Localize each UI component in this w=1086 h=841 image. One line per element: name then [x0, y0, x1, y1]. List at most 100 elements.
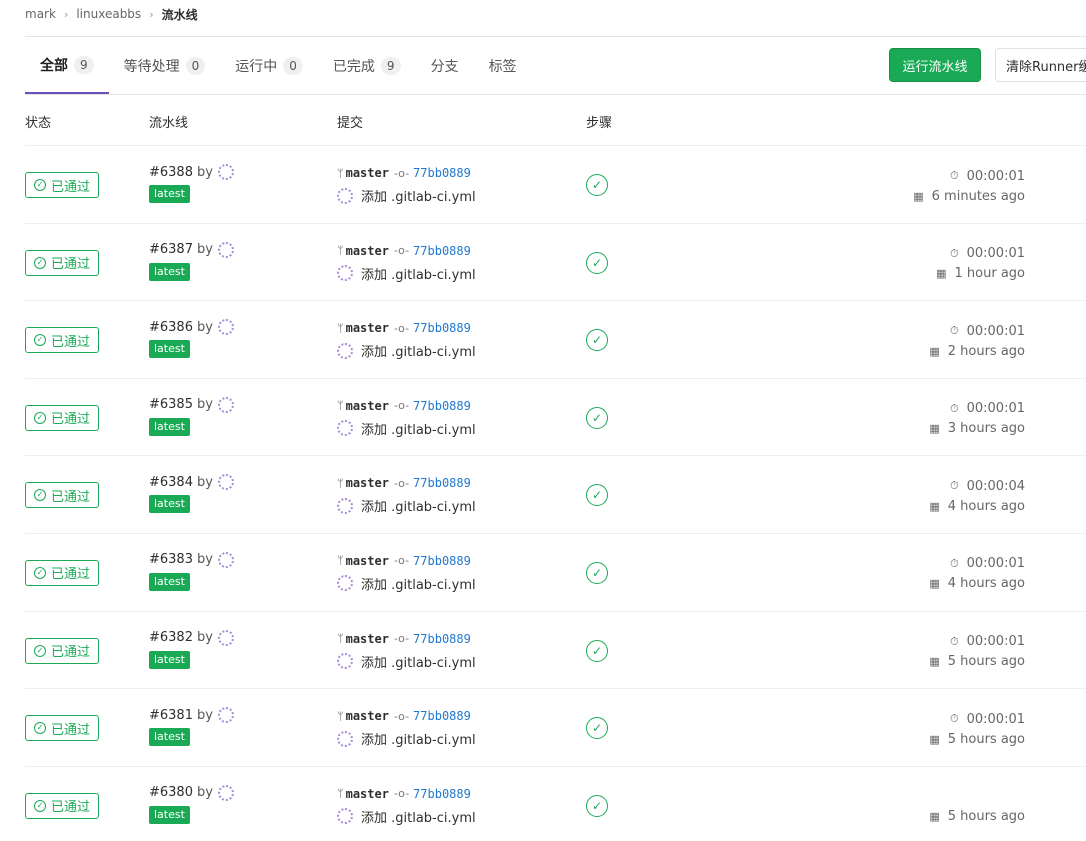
- pipeline-list: ✓ 已通过 #6388 by latest ᛘ master -o- 77bb0…: [25, 145, 1086, 841]
- avatar[interactable]: [337, 265, 353, 282]
- duration-value: 00:00:01: [966, 323, 1025, 339]
- avatar[interactable]: [217, 707, 234, 724]
- commit-sha-link[interactable]: 77bb0889: [413, 787, 471, 801]
- stage-status-icon[interactable]: ✓: [586, 794, 608, 817]
- pipeline-link[interactable]: #6380: [149, 785, 193, 800]
- commit-title-link[interactable]: 添加 .gitlab-ci.yml: [361, 574, 476, 593]
- tab-branches[interactable]: 分支: [416, 37, 474, 94]
- commit-sha-link[interactable]: 77bb0889: [413, 632, 471, 646]
- branch-link[interactable]: master: [346, 166, 389, 180]
- stage-status-icon[interactable]: ✓: [586, 329, 608, 352]
- branch-link[interactable]: master: [346, 476, 389, 490]
- branch-link[interactable]: master: [346, 787, 389, 801]
- branch-icon: ᛘ: [337, 787, 344, 801]
- status-badge[interactable]: ✓ 已通过: [25, 559, 99, 586]
- avatar[interactable]: [217, 396, 234, 413]
- pipeline-tabs: 全部 9 等待处理 0 运行中 0 已完成 9 分支 标签: [25, 37, 532, 94]
- stage-status-icon[interactable]: ✓: [586, 174, 608, 196]
- commit-sha-link[interactable]: 77bb0889: [413, 476, 471, 490]
- pipeline-link[interactable]: #6381: [149, 708, 193, 723]
- avatar[interactable]: [337, 187, 353, 204]
- commit-title-link[interactable]: 添加 .gitlab-ci.yml: [361, 341, 476, 360]
- avatar[interactable]: [217, 319, 234, 336]
- commit-title-link[interactable]: 添加 .gitlab-ci.yml: [361, 496, 476, 515]
- pipeline-link[interactable]: #6382: [149, 630, 193, 645]
- latest-badge: latest: [149, 650, 190, 669]
- commit-sha-link[interactable]: 77bb0889: [413, 399, 471, 413]
- branch-icon: ᛘ: [337, 399, 344, 413]
- branch-link[interactable]: master: [346, 321, 389, 335]
- commit-sha-link[interactable]: 77bb0889: [413, 321, 471, 335]
- pipeline-id: #6388 by: [149, 164, 234, 180]
- duration: ⏱ 00:00:04: [929, 476, 1025, 496]
- status-badge[interactable]: ✓ 已通过: [25, 404, 99, 431]
- branch-link[interactable]: master: [346, 554, 389, 568]
- commit-sha-link[interactable]: 77bb0889: [413, 554, 471, 568]
- commit-title-link[interactable]: 添加 .gitlab-ci.yml: [361, 807, 476, 826]
- branch-link[interactable]: master: [346, 399, 389, 413]
- commit-title-link[interactable]: 添加 .gitlab-ci.yml: [361, 419, 476, 438]
- avatar[interactable]: [217, 784, 234, 801]
- status-badge[interactable]: ✓ 已通过: [25, 172, 99, 198]
- tab-running[interactable]: 运行中 0: [220, 37, 318, 94]
- avatar[interactable]: [337, 342, 353, 359]
- pipeline-id: #6387 by: [149, 241, 234, 258]
- avatar[interactable]: [337, 575, 353, 592]
- stage-status-icon[interactable]: ✓: [586, 484, 608, 507]
- commit-ref: ᛘ master -o- 77bb0889: [337, 399, 471, 413]
- stage-status-icon[interactable]: ✓: [586, 561, 608, 584]
- commit-sha-link[interactable]: 77bb0889: [413, 166, 471, 180]
- stage-status-icon[interactable]: ✓: [586, 251, 608, 274]
- status-badge[interactable]: ✓ 已通过: [25, 249, 99, 276]
- avatar[interactable]: [337, 420, 353, 437]
- pipeline-link[interactable]: #6388: [149, 165, 193, 180]
- stage-status-icon[interactable]: ✓: [586, 406, 608, 429]
- commit-title-link[interactable]: 添加 .gitlab-ci.yml: [361, 652, 476, 671]
- commit-title-link[interactable]: 添加 .gitlab-ci.yml: [361, 264, 476, 283]
- pipeline-link[interactable]: #6387: [149, 242, 193, 257]
- branch-link[interactable]: master: [346, 632, 389, 646]
- commit-icon: -o-: [393, 399, 410, 413]
- commit-title-link[interactable]: 添加 .gitlab-ci.yml: [361, 729, 476, 748]
- pipeline-link[interactable]: #6384: [149, 475, 193, 490]
- branch-link[interactable]: master: [346, 709, 389, 723]
- tab-pending[interactable]: 等待处理 0: [109, 37, 221, 94]
- table-row: ✓ 已通过 #6383 by latest ᛘ master -o- 77bb0…: [25, 532, 1086, 611]
- pipeline-link[interactable]: #6383: [149, 552, 193, 567]
- clear-runner-cache-button[interactable]: 清除Runner缓存: [995, 48, 1086, 82]
- avatar[interactable]: [217, 164, 234, 180]
- tab-all[interactable]: 全部 9: [25, 37, 109, 94]
- status-badge[interactable]: ✓ 已通过: [25, 792, 99, 819]
- pipeline-link[interactable]: #6385: [149, 397, 193, 412]
- commit-sha-link[interactable]: 77bb0889: [413, 244, 471, 258]
- avatar[interactable]: [217, 241, 234, 258]
- status-badge[interactable]: ✓ 已通过: [25, 715, 99, 742]
- status-badge[interactable]: ✓ 已通过: [25, 327, 99, 354]
- pipeline-link[interactable]: #6386: [149, 320, 193, 335]
- stage-status-icon[interactable]: ✓: [586, 717, 608, 740]
- avatar[interactable]: [337, 497, 353, 514]
- avatar[interactable]: [337, 730, 353, 747]
- breadcrumb-item-user[interactable]: mark: [25, 7, 56, 21]
- run-pipeline-button[interactable]: 运行流水线: [889, 48, 981, 82]
- commit-sha-link[interactable]: 77bb0889: [413, 709, 471, 723]
- avatar[interactable]: [217, 474, 234, 491]
- status-label: 已通过: [50, 722, 90, 738]
- pipeline-id: #6384 by: [149, 474, 234, 491]
- avatar[interactable]: [337, 653, 353, 670]
- stage-status-icon[interactable]: ✓: [586, 639, 608, 662]
- breadcrumb-item-project[interactable]: linuxeabbs: [76, 7, 141, 21]
- avatar[interactable]: [217, 551, 234, 568]
- tab-finished[interactable]: 已完成 9: [318, 37, 416, 94]
- status-badge[interactable]: ✓ 已通过: [25, 637, 99, 664]
- check-circle-icon: ✓: [33, 334, 46, 347]
- branch-link[interactable]: master: [346, 244, 389, 258]
- breadcrumb-current[interactable]: 流水线: [162, 6, 198, 23]
- latest-badge: latest: [149, 340, 190, 359]
- tab-tags[interactable]: 标签: [474, 37, 532, 94]
- status-badge[interactable]: ✓ 已通过: [25, 482, 99, 509]
- avatar[interactable]: [337, 808, 353, 825]
- commit-title-link[interactable]: 添加 .gitlab-ci.yml: [361, 186, 476, 205]
- avatar[interactable]: [217, 629, 234, 646]
- finished-time: ▦ 4 hours ago: [929, 496, 1025, 516]
